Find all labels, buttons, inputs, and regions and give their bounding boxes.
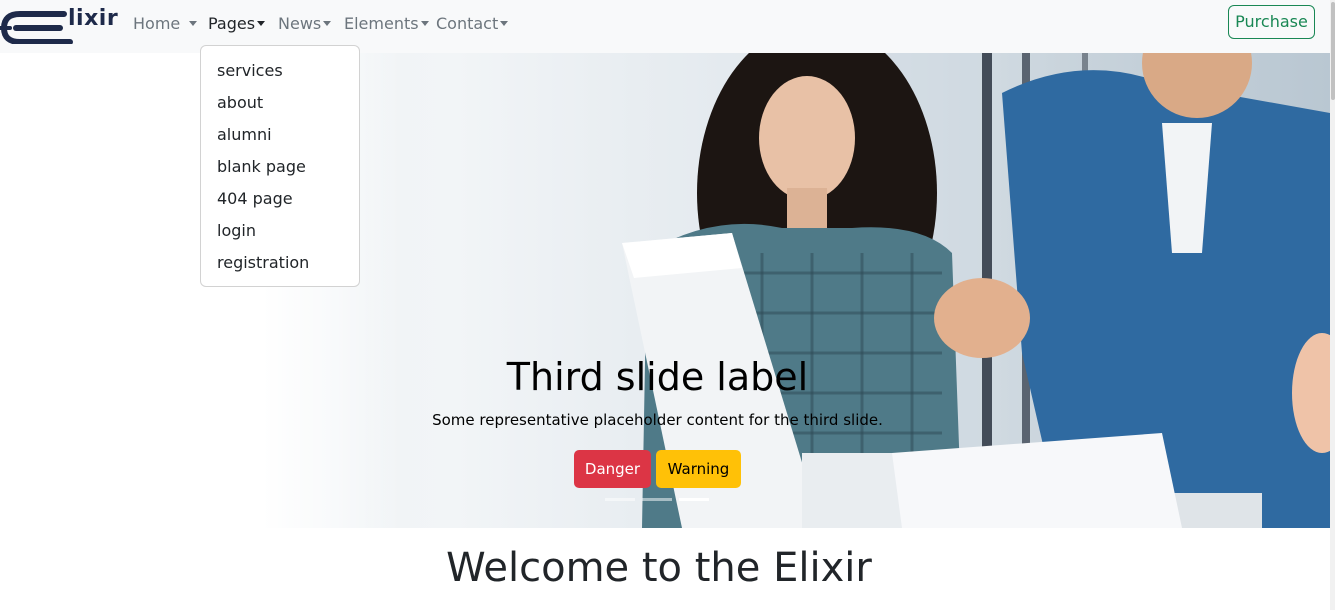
carousel-indicator-3[interactable] xyxy=(679,498,709,501)
dropdown-item-alumni[interactable]: alumni xyxy=(217,124,272,146)
carousel-slide-image xyxy=(262,53,1330,528)
chevron-down-icon xyxy=(257,21,266,26)
brand-logo[interactable]: lixir xyxy=(0,4,118,44)
carousel-indicator-2[interactable] xyxy=(642,498,672,501)
pages-dropdown-menu: services about alumni blank page 404 pag… xyxy=(200,45,360,287)
carousel-caption-title: Third slide label xyxy=(506,355,809,399)
chevron-down-icon xyxy=(500,21,509,26)
top-navbar: lixir Home Pages News Elements Contact P… xyxy=(0,0,1330,53)
dropdown-item-blank-page[interactable]: blank page xyxy=(217,156,306,178)
dropdown-item-about[interactable]: about xyxy=(217,92,263,114)
nav-elements[interactable]: Elements xyxy=(344,13,429,35)
carousel-indicator-1[interactable] xyxy=(605,498,635,501)
nav-news-label: News xyxy=(278,14,322,33)
brand-name: lixir xyxy=(68,6,119,31)
nav-news[interactable]: News xyxy=(278,13,332,35)
carousel-caption-text: Some representative placeholder content … xyxy=(432,411,883,429)
page-scrollbar-thumb[interactable] xyxy=(1331,2,1335,100)
nav-contact[interactable]: Contact xyxy=(436,13,509,35)
dropdown-item-404-page[interactable]: 404 page xyxy=(217,188,293,210)
chevron-down-icon xyxy=(323,21,332,26)
dropdown-item-registration[interactable]: registration xyxy=(217,252,309,274)
office-people-photo xyxy=(622,53,1330,528)
nav-elements-label: Elements xyxy=(344,14,419,33)
chevron-down-icon xyxy=(420,21,429,26)
dropdown-item-login[interactable]: login xyxy=(217,220,256,242)
nav-pages[interactable]: Pages xyxy=(208,13,266,35)
dropdown-item-services[interactable]: services xyxy=(217,60,283,82)
chevron-down-icon xyxy=(189,21,198,26)
warning-button[interactable]: Warning xyxy=(656,450,741,488)
nav-contact-label: Contact xyxy=(436,14,499,33)
purchase-button[interactable]: Purchase xyxy=(1228,5,1315,39)
welcome-heading: Welcome to the Elixir xyxy=(446,545,872,591)
nav-home-label: Home xyxy=(133,14,181,33)
nav-pages-label: Pages xyxy=(208,14,256,33)
nav-home[interactable]: Home xyxy=(133,13,198,35)
danger-button[interactable]: Danger xyxy=(574,450,651,488)
